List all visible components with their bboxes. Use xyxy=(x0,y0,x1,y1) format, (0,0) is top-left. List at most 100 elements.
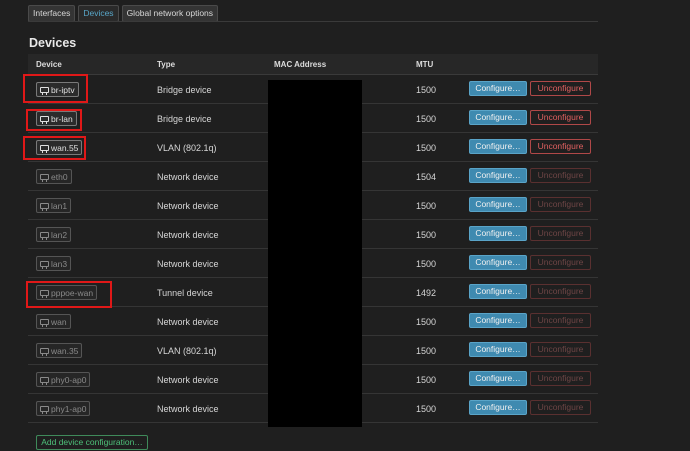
unconfigure-button: Unconfigure xyxy=(530,197,591,212)
network-device-icon xyxy=(40,260,49,269)
device-badge: phy1-ap0 xyxy=(36,401,91,416)
configure-button[interactable]: Configure… xyxy=(469,342,527,357)
device-mtu: 1500 xyxy=(416,259,437,269)
unconfigure-button: Unconfigure xyxy=(530,226,591,241)
configure-button[interactable]: Configure… xyxy=(469,226,527,241)
network-device-icon xyxy=(40,173,49,182)
device-mtu: 1500 xyxy=(416,317,437,327)
device-badge: lan3 xyxy=(36,256,72,271)
configure-button[interactable]: Configure… xyxy=(469,81,527,96)
network-device-icon xyxy=(40,86,49,95)
device-type: Network device xyxy=(157,404,219,414)
configure-button[interactable]: Configure… xyxy=(469,197,527,212)
device-cell: phy1-ap0 xyxy=(36,401,91,416)
configure-button[interactable]: Configure… xyxy=(469,400,527,415)
device-badge: br-iptv xyxy=(36,82,79,97)
device-mtu: 1500 xyxy=(416,143,437,153)
tab-bar: Interfaces Devices Global network option… xyxy=(28,5,219,22)
device-cell: lan1 xyxy=(36,198,72,213)
device-name: phy1-ap0 xyxy=(51,403,87,414)
device-cell: lan3 xyxy=(36,256,72,271)
device-mtu: 1500 xyxy=(416,404,437,414)
unconfigure-button[interactable]: Unconfigure xyxy=(530,139,591,154)
configure-button[interactable]: Configure… xyxy=(469,168,527,183)
configure-button[interactable]: Configure… xyxy=(469,255,527,270)
network-device-icon xyxy=(40,405,49,414)
column-header-type: Type xyxy=(157,60,176,69)
device-type: VLAN (802.1q) xyxy=(157,346,217,356)
network-device-icon xyxy=(40,115,49,124)
unconfigure-button: Unconfigure xyxy=(530,371,591,386)
network-device-icon xyxy=(40,347,49,356)
device-mtu: 1500 xyxy=(416,85,437,95)
device-cell: br-lan xyxy=(36,111,77,126)
tab-interfaces[interactable]: Interfaces xyxy=(28,5,76,22)
add-device-configuration-button[interactable]: Add device configuration… xyxy=(36,435,148,450)
device-type: Network device xyxy=(157,201,219,211)
device-type: Bridge device xyxy=(157,85,212,95)
device-badge: wan.35 xyxy=(36,343,83,358)
device-cell: br-iptv xyxy=(36,82,79,97)
device-cell: phy0-ap0 xyxy=(36,372,91,387)
device-type: Network device xyxy=(157,172,219,182)
column-header-mac: MAC Address xyxy=(274,60,327,69)
device-mtu: 1500 xyxy=(416,230,437,240)
configure-button[interactable]: Configure… xyxy=(469,110,527,125)
device-badge: wan.55 xyxy=(36,140,83,155)
device-badge: wan xyxy=(36,314,71,329)
device-badge: br-lan xyxy=(36,111,77,126)
configure-button[interactable]: Configure… xyxy=(469,139,527,154)
network-device-icon xyxy=(40,231,49,240)
device-cell: wan.35 xyxy=(36,343,83,358)
device-type: Network device xyxy=(157,230,219,240)
unconfigure-button: Unconfigure xyxy=(530,255,591,270)
device-badge: lan1 xyxy=(36,198,72,213)
configure-button[interactable]: Configure… xyxy=(469,371,527,386)
device-name: wan xyxy=(51,316,67,327)
unconfigure-button: Unconfigure xyxy=(530,284,591,299)
network-device-icon xyxy=(40,202,49,211)
unconfigure-button: Unconfigure xyxy=(530,168,591,183)
device-mtu: 1492 xyxy=(416,288,437,298)
device-name: lan1 xyxy=(51,200,68,211)
unconfigure-button: Unconfigure xyxy=(530,342,591,357)
device-mtu: 1500 xyxy=(416,346,437,356)
device-cell: wan xyxy=(36,314,71,329)
device-cell: wan.55 xyxy=(36,140,83,155)
device-badge: lan2 xyxy=(36,227,72,242)
device-name: lan3 xyxy=(51,258,68,269)
device-type: VLAN (802.1q) xyxy=(157,143,217,153)
table-header: Device Type MAC Address MTU xyxy=(28,54,598,75)
tab-divider xyxy=(28,21,598,22)
device-type: Network device xyxy=(157,375,219,385)
device-type: Network device xyxy=(157,259,219,269)
configure-button[interactable]: Configure… xyxy=(469,313,527,328)
device-type: Tunnel device xyxy=(157,288,213,298)
device-cell: eth0 xyxy=(36,169,72,184)
device-type: Bridge device xyxy=(157,114,212,124)
configure-button[interactable]: Configure… xyxy=(469,284,527,299)
device-name: phy0-ap0 xyxy=(51,374,87,385)
column-header-mtu: MTU xyxy=(416,60,434,69)
column-header-device: Device xyxy=(36,60,62,69)
tab-devices[interactable]: Devices xyxy=(78,5,119,22)
device-name: pppoe-wan xyxy=(51,287,94,298)
device-name: br-lan xyxy=(51,113,73,124)
unconfigure-button: Unconfigure xyxy=(530,400,591,415)
device-name: br-iptv xyxy=(51,84,75,95)
device-name: wan.55 xyxy=(51,142,79,153)
unconfigure-button[interactable]: Unconfigure xyxy=(530,110,591,125)
device-name: lan2 xyxy=(51,229,68,240)
device-mtu: 1500 xyxy=(416,201,437,211)
device-badge: phy0-ap0 xyxy=(36,372,91,387)
network-device-icon xyxy=(40,318,49,327)
device-cell: lan2 xyxy=(36,227,72,242)
tab-global-network-options[interactable]: Global network options xyxy=(121,5,219,22)
device-name: wan.35 xyxy=(51,345,79,356)
device-cell: pppoe-wan xyxy=(36,285,98,300)
network-device-icon xyxy=(40,376,49,385)
unconfigure-button[interactable]: Unconfigure xyxy=(530,81,591,96)
device-type: Network device xyxy=(157,317,219,327)
network-device-icon xyxy=(40,289,49,298)
device-mtu: 1500 xyxy=(416,114,437,124)
